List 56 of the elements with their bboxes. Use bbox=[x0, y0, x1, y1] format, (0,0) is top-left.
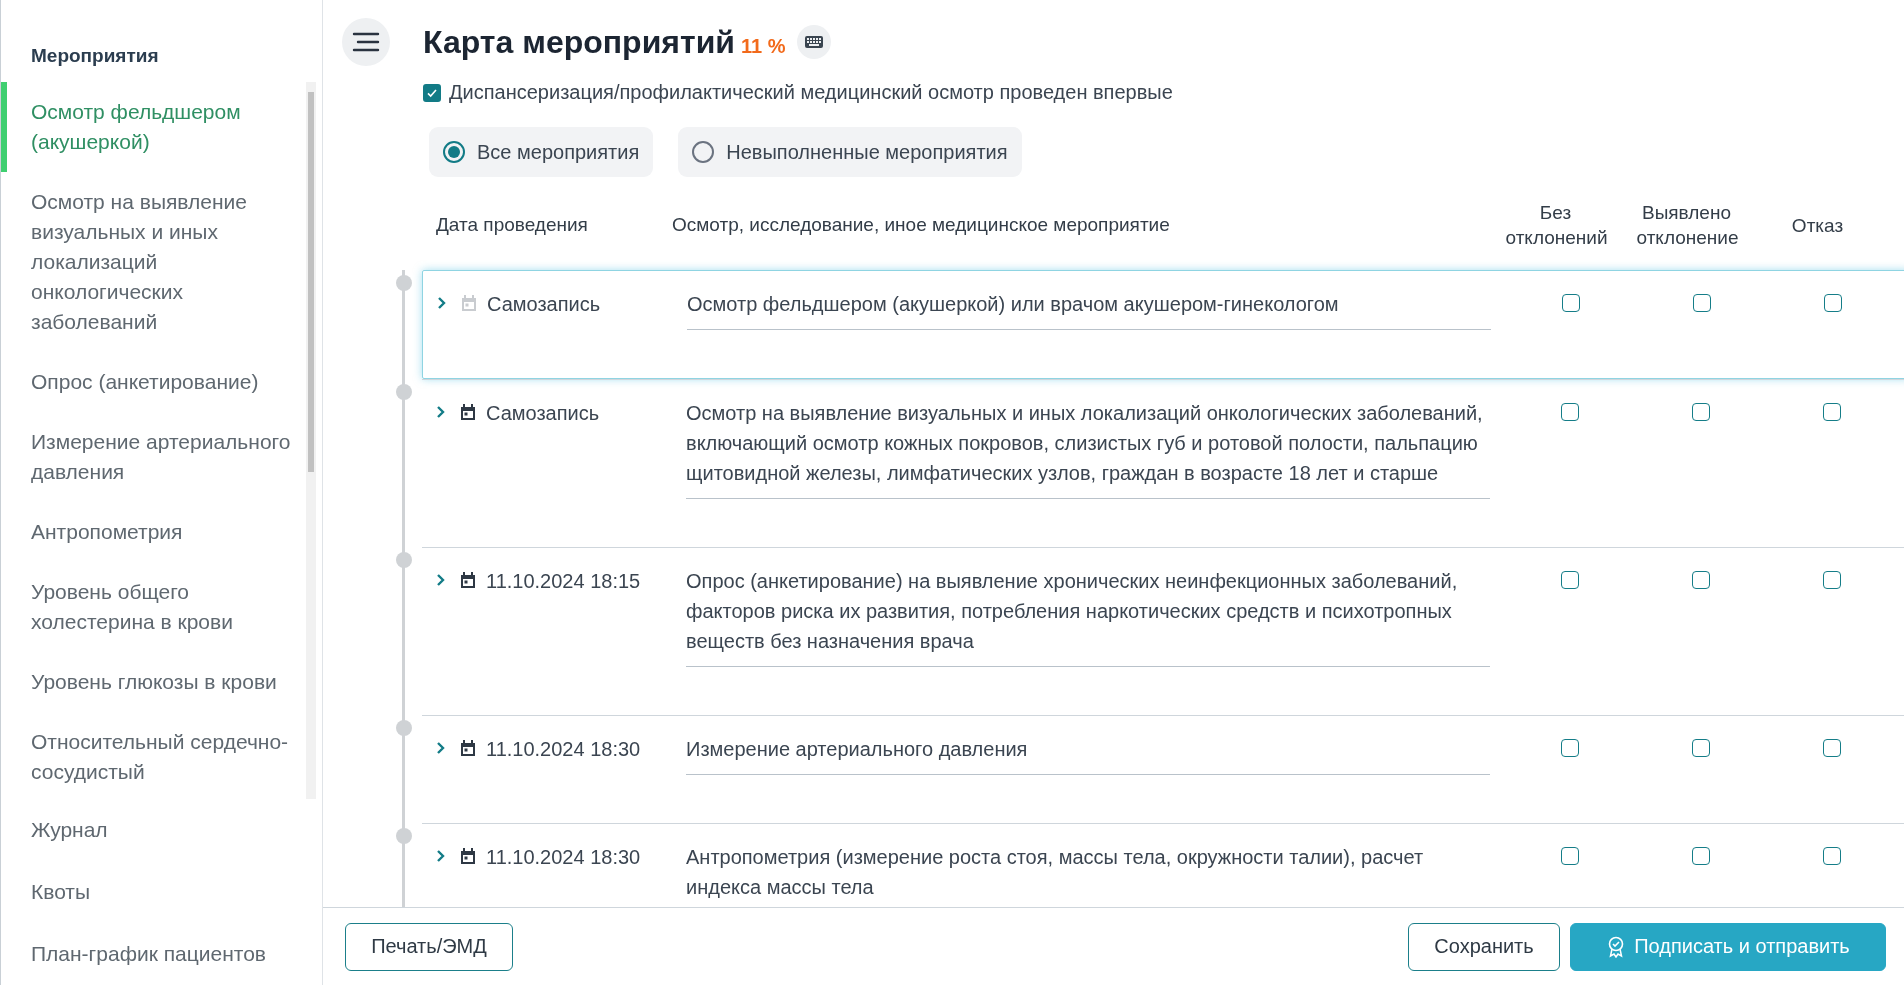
checkbox[interactable] bbox=[1692, 294, 1711, 312]
menu-button[interactable] bbox=[342, 18, 390, 66]
page-title: Карта мероприятий bbox=[423, 23, 735, 61]
filter-radio[interactable]: Все мероприятия bbox=[429, 127, 654, 177]
checkbox[interactable] bbox=[1561, 294, 1580, 312]
event-date: Самозапись bbox=[486, 401, 600, 426]
sidebar-heading: Мероприятия bbox=[30, 44, 160, 68]
sidebar-link[interactable]: Квоты bbox=[1, 861, 322, 923]
save-button[interactable]: Сохранить bbox=[1408, 922, 1560, 971]
sidebar-item[interactable]: Антропометрия bbox=[1, 502, 306, 562]
checkbox[interactable] bbox=[1560, 403, 1579, 421]
column-header: Без отклонений bbox=[1505, 201, 1606, 250]
column-header: Выявлено отклонение bbox=[1636, 201, 1737, 250]
event-date: 11.10.2024 18:30 bbox=[486, 845, 641, 870]
checkbox[interactable] bbox=[1560, 739, 1579, 757]
sidebar-item[interactable]: Осмотр на выявление визуальных и иных локализаций онкологических заболеваний bbox=[1, 172, 306, 352]
keyboard-button[interactable] bbox=[797, 25, 832, 59]
column-header: Отказ bbox=[1791, 213, 1844, 238]
checkbox[interactable] bbox=[1822, 847, 1841, 865]
print-button[interactable]: Печать/ЭМД bbox=[345, 922, 513, 971]
checkbox[interactable] bbox=[1691, 571, 1710, 589]
sidebar-item[interactable]: Относительный сердечно-сосудистый bbox=[1, 712, 306, 799]
checkbox[interactable] bbox=[1691, 403, 1710, 421]
event-description: Осмотр на выявление визуальных и иных локализаций онкологических заболеваний, включающий осмотр кожных покровов, слизистых губ и ротовой полости, пальпацию щитовидной железы, лимфатических узлов, граждан в возрасте 18 лет и старше bbox=[686, 398, 1490, 499]
event-date: Самозапись bbox=[487, 292, 601, 317]
checkbox[interactable] bbox=[423, 83, 441, 102]
event-description: Измерение артериального давления bbox=[686, 734, 1490, 775]
event-row[interactable]: 11.10.2024 18:30 Измерение артериального давления bbox=[422, 715, 1904, 823]
sidebar-item[interactable]: Уровень глюкозы в крови bbox=[1, 652, 306, 712]
sidebar-item[interactable]: Измерение артериального давления bbox=[1, 412, 306, 502]
keyboard-icon bbox=[805, 36, 824, 48]
checkbox[interactable] bbox=[1822, 739, 1841, 757]
checkbox[interactable] bbox=[1560, 847, 1579, 865]
sidebar-link[interactable]: Журнал bbox=[1, 799, 322, 861]
menu-icon bbox=[352, 32, 380, 52]
event-row[interactable]: 11.10.2024 18:15 Опрос (анкетирование) на выявление хронических неинфекционных заболеваний, факторов риска их развития, потребления наркотических средств и психотропных веществ без назначения врача bbox=[422, 547, 1904, 715]
filter-radio[interactable]: Невыполненные мероприятия bbox=[678, 127, 1022, 177]
checkbox[interactable] bbox=[1560, 571, 1579, 589]
checkbox[interactable] bbox=[1822, 571, 1841, 589]
checkbox-label: Диспансеризация/профилактический медицинский осмотр проведен впервые bbox=[449, 81, 1173, 104]
event-date: 11.10.2024 18:30 bbox=[486, 737, 641, 762]
event-description: Опрос (анкетирование) на выявление хронических неинфекционных заболеваний, факторов риска их развития, потребления наркотических средств и психотропных веществ без назначения врача bbox=[686, 566, 1490, 667]
sidebar-link[interactable]: План-график пациентов bbox=[1, 923, 322, 985]
checkbox[interactable] bbox=[1691, 847, 1710, 865]
progress-percent: 11 % bbox=[741, 34, 786, 58]
checkbox[interactable] bbox=[1823, 294, 1842, 312]
sidebar-item[interactable]: Уровень общего холестерина в крови bbox=[1, 562, 306, 652]
checkbox[interactable] bbox=[1822, 403, 1841, 421]
event-description: Осмотр фельдшером (акушеркой) или врачом акушером-гинекологом bbox=[687, 289, 1491, 330]
event-date: 11.10.2024 18:15 bbox=[486, 569, 641, 594]
event-row[interactable]: Самозапись Осмотр фельдшером (акушеркой) или врачом акушером-гинекологом bbox=[422, 270, 1904, 379]
column-header: Осмотр, исследование, иное медицинское мероприятие bbox=[672, 214, 1171, 236]
scrollbar[interactable] bbox=[306, 82, 316, 799]
checkbox[interactable] bbox=[1691, 739, 1710, 757]
sidebar-item[interactable]: Опрос (анкетирование) bbox=[1, 352, 306, 412]
column-header: Дата проведения bbox=[436, 214, 589, 236]
